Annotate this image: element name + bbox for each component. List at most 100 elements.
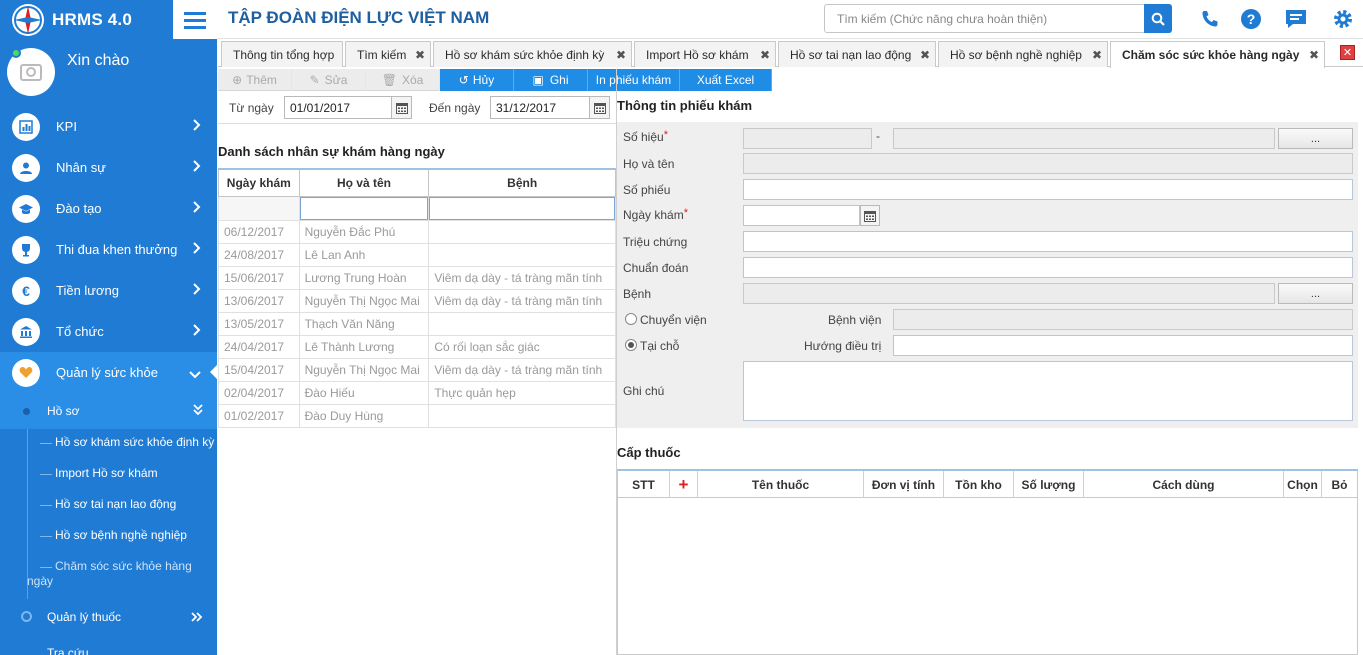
column-header-ten-thuoc[interactable]: Tên thuốc <box>698 471 864 498</box>
sidebar-link-benh-nghe-nghiep[interactable]: Hồ sơ bệnh nghề nghiệp <box>0 528 187 542</box>
form-title: Thông tin phiếu khám <box>617 98 753 113</box>
column-header-ngay-kham[interactable]: Ngày khám <box>218 168 300 197</box>
column-header-ho-ten[interactable]: Họ và tên <box>298 168 430 197</box>
name-filter-input[interactable] <box>300 197 428 219</box>
user-profile[interactable]: Xin chào <box>0 39 217 106</box>
table-row[interactable]: 01/02/2017 Đào Duy Hùng <box>218 403 616 428</box>
column-header-ton-kho[interactable]: Tồn kho <box>944 471 1014 498</box>
search-input[interactable]: Tìm kiếm (Chức năng chưa hoàn thiện) <box>837 12 1047 26</box>
sidebar-item-quan-ly-suc-khoe[interactable]: Quản lý sức khỏe <box>0 352 217 393</box>
delete-button[interactable]: 🗑 Xóa <box>366 69 440 91</box>
sidebar-item-tien-luong[interactable]: € Tiền lương <box>0 270 217 311</box>
table-row[interactable]: 06/12/2017 Nguyễn Đắc Phú <box>218 219 616 244</box>
column-header-benh[interactable]: Bệnh <box>428 168 616 197</box>
table-cell <box>428 219 616 244</box>
chuyen-vien-radio[interactable] <box>625 313 637 325</box>
button-label: Xóa <box>401 73 424 87</box>
tab-import-ho-so-kham[interactable]: Import Hồ sơ khám ✖ <box>634 41 776 67</box>
disease-filter-input[interactable] <box>429 197 615 219</box>
edit-button[interactable]: ✎ Sửa <box>292 69 366 91</box>
so-hieu-input[interactable] <box>743 128 872 149</box>
column-header-don-vi-tinh[interactable]: Đơn vị tính <box>864 471 944 498</box>
phone-button[interactable] <box>1197 6 1223 32</box>
close-all-tabs-button[interactable]: ✕ <box>1340 45 1355 60</box>
column-header-bo[interactable]: Bỏ <box>1322 471 1357 498</box>
sidebar-link-cham-soc[interactable]: Chăm sóc sức khỏe hàng <box>0 559 192 573</box>
chevron-right-icon <box>193 201 201 216</box>
tab-thong-tin-tong-hop[interactable]: Thông tin tổng hợp <box>221 41 343 67</box>
close-icon[interactable]: ✖ <box>415 48 425 62</box>
benh-vien-input[interactable] <box>893 309 1353 330</box>
sidebar-link-import[interactable]: Import Hồ sơ khám <box>0 466 158 480</box>
tab-label: Hồ sơ khám sức khỏe định kỳ <box>445 47 605 62</box>
table-row[interactable]: 02/04/2017 Đào Hiếu Thực quản hẹp <box>218 380 616 405</box>
benh-input[interactable] <box>743 283 1275 304</box>
chuan-doan-input[interactable] <box>743 257 1353 278</box>
tab-tim-kiem[interactable]: Tìm kiếm ✖ <box>345 41 431 67</box>
ngay-kham-input[interactable] <box>743 205 860 226</box>
table-row[interactable]: 15/04/2017 Nguyễn Thị Ngọc Mai Viêm dạ dày… <box>218 357 616 382</box>
sidebar-item-kpi[interactable]: KPI <box>0 106 217 147</box>
search-box[interactable]: Tìm kiếm (Chức năng chưa hoàn thiện) <box>824 4 1172 33</box>
table-row[interactable]: 15/06/2017 Lương Trung Hoàn Viêm dạ dày - … <box>218 265 616 290</box>
button-label: Thêm <box>246 73 277 87</box>
tab-benh-nghe-nghiep[interactable]: Hồ sơ bệnh nghề nghiệp ✖ <box>938 41 1108 67</box>
sidebar-item-dao-tao[interactable]: Đào tạo <box>0 188 217 229</box>
table-row[interactable]: 13/05/2017 Thạch Văn Năng <box>218 311 616 336</box>
brand[interactable]: HRMS 4.0 <box>0 0 173 39</box>
chat-button[interactable] <box>1283 6 1309 32</box>
search-button[interactable] <box>1144 4 1172 33</box>
cancel-button[interactable]: ↺ Hủy <box>440 69 514 91</box>
table-cell: 06/12/2017 <box>218 219 300 244</box>
so-hieu-lookup-button[interactable]: ... <box>1278 128 1353 149</box>
to-date-input[interactable]: 31/12/2017 <box>490 96 590 119</box>
close-icon[interactable]: ✖ <box>1309 48 1319 62</box>
calendar-icon[interactable] <box>860 205 880 226</box>
close-icon[interactable]: ✖ <box>1092 48 1102 62</box>
trash-icon: 🗑 <box>381 73 397 87</box>
sidebar-item-to-chuc[interactable]: Tổ chức <box>0 311 217 352</box>
huong-dieu-tri-input[interactable] <box>893 335 1353 356</box>
sidebar-subitem-ho-so[interactable]: Hồ sơ <box>0 393 217 429</box>
from-date-input[interactable]: 01/01/2017 <box>284 96 392 119</box>
settings-button[interactable] <box>1330 6 1356 32</box>
help-button[interactable]: ? <box>1238 6 1264 32</box>
ghi-chu-textarea[interactable] <box>743 361 1353 421</box>
filter-cell <box>428 195 616 221</box>
ho-ten-input[interactable] <box>743 153 1353 174</box>
tab-ho-so-kham-dinh-ky[interactable]: Hồ sơ khám sức khỏe định kỳ ✖ <box>433 41 632 67</box>
table-row[interactable]: 24/08/2017 Lê Lan Anh <box>218 242 616 267</box>
so-phieu-input[interactable] <box>743 179 1353 200</box>
close-icon[interactable]: ✖ <box>760 48 770 62</box>
column-header-so-luong[interactable]: Số lượng <box>1014 471 1084 498</box>
calendar-icon[interactable] <box>392 96 412 119</box>
sidebar-link-tai-nan[interactable]: Hồ sơ tai nạn lao động <box>0 497 176 511</box>
tab-bar: Thông tin tổng hợp Tìm kiếm ✖ Hồ sơ khám … <box>218 39 1363 68</box>
sidebar-item-nhan-su[interactable]: Nhân sự <box>0 147 217 188</box>
tai-cho-radio[interactable] <box>625 339 637 351</box>
add-button[interactable]: ⊕ Thêm <box>218 69 292 91</box>
trieu-chung-input[interactable] <box>743 231 1353 252</box>
sidebar-item-thi-dua[interactable]: Thi đua khen thưởng <box>0 229 217 270</box>
so-hieu-name-input[interactable] <box>893 128 1275 149</box>
table-row[interactable]: 24/04/2017 Lê Thành Lương Có rối loạn sắc … <box>218 334 616 359</box>
sidebar-link-label: Chăm sóc sức khỏe hàng <box>55 559 192 573</box>
table-row[interactable]: 13/06/2017 Nguyễn Thị Ngọc Mai Viêm dạ dày… <box>218 288 616 313</box>
column-header-chon[interactable]: Chọn <box>1284 471 1322 498</box>
sidebar-subitem-quan-ly-thuoc[interactable]: Quản lý thuốc <box>0 599 217 635</box>
exam-form: Số hiệu* - ... Họ và tên Số phiếu Ngày k… <box>617 122 1358 428</box>
sidebar-subitem-tra-cuu[interactable]: Tra cứu <box>0 635 217 655</box>
column-header-stt[interactable]: STT <box>618 471 670 498</box>
calendar-icon[interactable] <box>590 96 610 119</box>
sidebar-link-kham-dinh-ky[interactable]: Hồ sơ khám sức khỏe định kỳ <box>0 435 214 449</box>
table-cell: Nguyễn Thị Ngọc Mai <box>298 288 430 313</box>
save-button[interactable]: ▣ Ghi <box>514 69 588 91</box>
tab-cham-soc-suc-khoe[interactable]: Chăm sóc sức khỏe hàng ngày ✖ <box>1110 41 1325 68</box>
benh-lookup-button[interactable]: ... <box>1278 283 1353 304</box>
column-header-cach-dung[interactable]: Cách dùng <box>1084 471 1284 498</box>
tab-tai-nan-lao-dong[interactable]: Hồ sơ tai nạn lao động ✖ <box>778 41 936 67</box>
close-icon[interactable]: ✖ <box>616 48 626 62</box>
close-icon[interactable]: ✖ <box>920 48 930 62</box>
add-medicine-button[interactable]: + <box>670 471 698 498</box>
menu-toggle-button[interactable] <box>173 0 217 39</box>
